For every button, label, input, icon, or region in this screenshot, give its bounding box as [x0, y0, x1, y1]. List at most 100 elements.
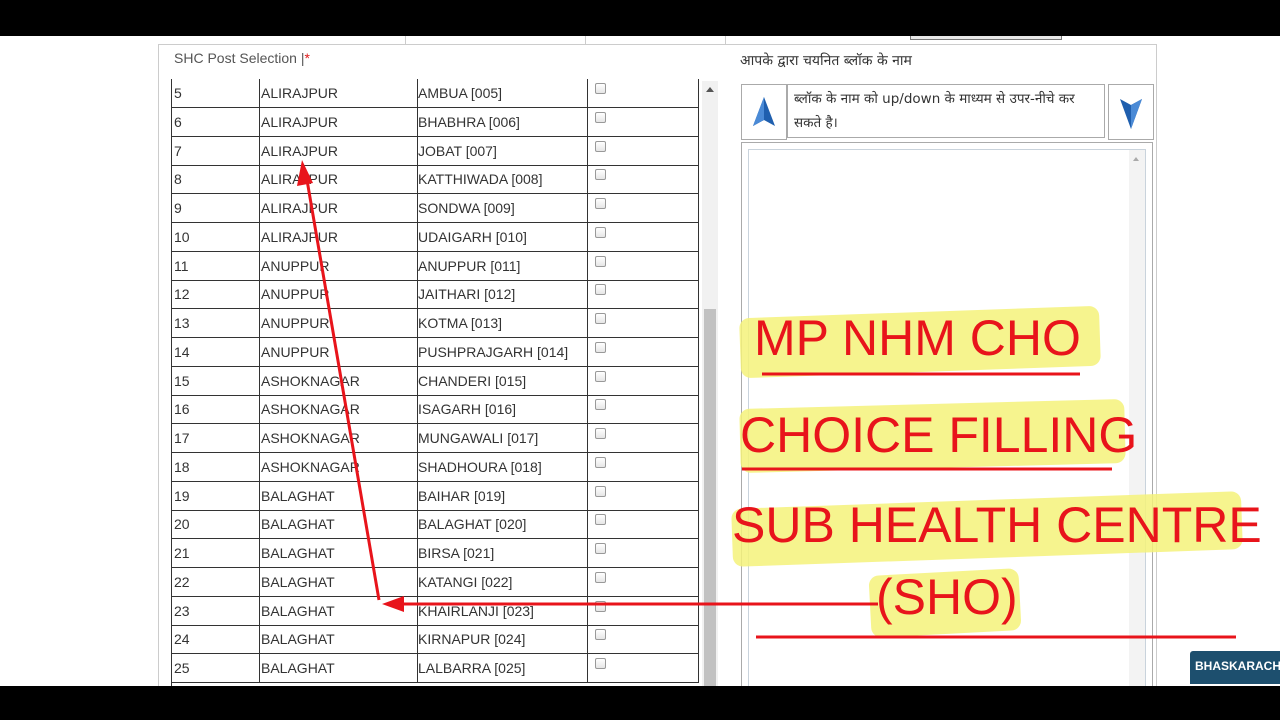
select-cell [588, 625, 699, 654]
row-number: 5 [172, 79, 260, 107]
select-cell [588, 165, 699, 194]
row-number: 7 [172, 136, 260, 165]
shc-post-selection-panel: SHC Post Selection |* 5 ALIRAJPUR AMBUA [0… [158, 44, 729, 687]
block-name: MUNGAWALI [017] [418, 424, 588, 452]
block-name: SONDWA [009] [418, 194, 588, 222]
row-number: 11 [172, 251, 260, 280]
district-name: BALAGHAT [260, 567, 418, 596]
block-name: KATTHIWADA [008] [418, 165, 588, 194]
district-name: ASHOKNAGAR [260, 366, 418, 395]
bottom-black-bar [0, 686, 1280, 720]
block-name: UDAIGARH [010] [418, 222, 588, 251]
table-row: 25 BALAGHAT LALBARRA [025] [172, 654, 699, 683]
listbox-scroll-up-icon[interactable] [1133, 157, 1139, 161]
row-number: 16 [172, 395, 260, 424]
district-name: ANUPPUR [260, 251, 418, 280]
select-cell [588, 337, 699, 366]
block-name: CHANDERI [015] [418, 366, 588, 395]
select-cell [588, 222, 699, 251]
listbox-scrollbar[interactable] [1129, 150, 1145, 689]
top-strip-divider [725, 36, 726, 44]
block-select-checkbox[interactable] [595, 428, 606, 439]
block-name: KHAIRLANJI [023] [418, 596, 588, 625]
row-number: 8 [172, 165, 260, 194]
district-name: ASHOKNAGAR [260, 424, 418, 452]
selected-blocks-listbox[interactable] [741, 142, 1153, 689]
move-up-button[interactable] [741, 84, 787, 140]
table-row: 5 ALIRAJPUR AMBUA [005] [172, 79, 699, 108]
block-select-checkbox[interactable] [595, 169, 606, 181]
district-name: ASHOKNAGAR [260, 452, 418, 481]
arrow-up-icon [753, 97, 775, 126]
block-name: ANUPPUR [011] [418, 251, 588, 280]
table-row: 20 BALAGHAT BALAGHAT [020] [172, 510, 699, 540]
table-row: 6 ALIRAJPUR BHABHRA [006] [172, 107, 699, 137]
select-cell [588, 136, 699, 165]
table-row: 14 ANUPPUR PUSHPRAJGARH [014] [172, 337, 699, 367]
row-number: 17 [172, 424, 260, 452]
row-number: 22 [172, 567, 260, 596]
district-name: ALIRAJPUR [260, 165, 418, 194]
block-select-checkbox[interactable] [595, 485, 606, 497]
top-strip [160, 36, 1156, 44]
block-name: ISAGARH [016] [418, 395, 588, 424]
block-select-checkbox[interactable] [595, 629, 606, 641]
row-number: 19 [172, 481, 260, 510]
block-select-checkbox[interactable] [595, 543, 606, 554]
scroll-up-arrow-icon[interactable] [706, 87, 714, 92]
table-row: 19 BALAGHAT BAIHAR [019] [172, 481, 699, 511]
block-select-checkbox[interactable] [595, 341, 606, 353]
table-scrollbar[interactable] [702, 81, 718, 687]
block-name: SHADHOURA [018] [418, 452, 588, 481]
district-name: ASHOKNAGAR [260, 395, 418, 424]
panel-title-text: SHC Post Selection | [174, 50, 305, 66]
select-cell [588, 596, 699, 625]
table-row: 12 ANUPPUR JAITHARI [012] [172, 280, 699, 310]
scrollbar-thumb[interactable] [704, 309, 716, 687]
block-select-checkbox[interactable] [595, 284, 606, 296]
district-name: ANUPPUR [260, 280, 418, 309]
block-select-checkbox[interactable] [595, 571, 606, 583]
select-cell [588, 481, 699, 510]
select-cell [588, 424, 699, 452]
row-number: 9 [172, 194, 260, 222]
block-select-checkbox[interactable] [595, 658, 606, 669]
block-select-checkbox[interactable] [595, 198, 606, 209]
row-number: 12 [172, 280, 260, 309]
district-name: ANUPPUR [260, 309, 418, 337]
row-number: 20 [172, 510, 260, 539]
block-name: KATANGI [022] [418, 567, 588, 596]
block-select-checkbox[interactable] [595, 111, 606, 123]
block-select-checkbox[interactable] [595, 399, 606, 411]
top-strip-divider [405, 36, 406, 44]
block-name: AMBUA [005] [418, 79, 588, 107]
district-name: ALIRAJPUR [260, 194, 418, 222]
row-number: 24 [172, 625, 260, 654]
select-cell [588, 539, 699, 567]
selected-blocks-list[interactable] [748, 149, 1146, 689]
selected-blocks-panel: आपके द्वारा चयनित ब्लॉक के नाम ब्लॉक के … [728, 44, 1157, 689]
move-down-button[interactable] [1108, 84, 1154, 140]
row-number: 23 [172, 596, 260, 625]
row-number: 6 [172, 107, 260, 136]
block-select-checkbox[interactable] [595, 140, 606, 152]
block-select-checkbox[interactable] [595, 514, 606, 526]
top-strip-button-frame [910, 36, 1062, 40]
block-name: LALBARRA [025] [418, 654, 588, 682]
block-select-checkbox[interactable] [595, 83, 606, 94]
block-select-checkbox[interactable] [595, 313, 606, 324]
table-row: 18 ASHOKNAGAR SHADHOURA [018] [172, 452, 699, 482]
district-name: ALIRAJPUR [260, 79, 418, 107]
block-select-checkbox[interactable] [595, 370, 606, 382]
table-row: 8 ALIRAJPUR KATTHIWADA [008] [172, 165, 699, 195]
block-select-checkbox[interactable] [595, 255, 606, 267]
district-name: BALAGHAT [260, 510, 418, 539]
required-mark: * [304, 50, 310, 66]
select-cell [588, 309, 699, 337]
block-name: BAIHAR [019] [418, 481, 588, 510]
block-select-checkbox[interactable] [595, 226, 606, 238]
select-cell [588, 251, 699, 280]
district-name: BALAGHAT [260, 625, 418, 654]
block-select-checkbox[interactable] [595, 600, 606, 612]
block-select-checkbox[interactable] [595, 456, 606, 468]
